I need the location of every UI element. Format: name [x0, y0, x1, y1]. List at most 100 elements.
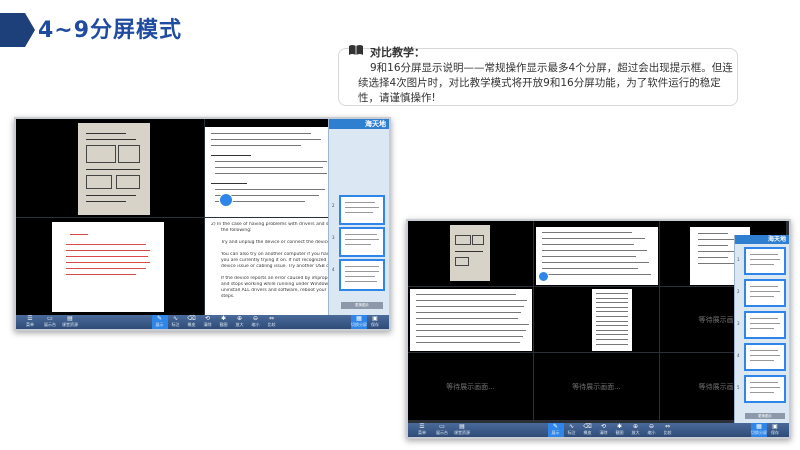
toolbar-label: 缩小: [251, 322, 260, 327]
toolbar-label: 截图: [219, 322, 228, 327]
toolbar-capture-button[interactable]: ✱ 截图: [612, 423, 628, 437]
thumbnail-3[interactable]: [339, 259, 385, 291]
waiting-placeholder: 等待展示画面...: [446, 382, 495, 391]
thumb-number: 1: [737, 257, 740, 262]
thumbnail-1[interactable]: [744, 247, 786, 275]
document-page: [536, 227, 658, 285]
split-cell-4[interactable]: [408, 287, 533, 352]
split-grid: 等待展示画面... 等待展示画面... 等待展示画面... 等待展示画面...: [408, 221, 789, 423]
note-heading: 对比教学：: [370, 46, 425, 59]
thumb-number: 5: [737, 385, 740, 390]
toolbar-label: 展示台: [44, 322, 56, 327]
document-photo: [450, 225, 490, 281]
split-cell-5[interactable]: [534, 287, 659, 352]
drag-handle-icon[interactable]: [219, 193, 233, 207]
split-cell-1[interactable]: [408, 221, 533, 286]
split-cell-3[interactable]: [16, 218, 204, 315]
split-cell-8[interactable]: 等待展示画面...: [534, 353, 659, 420]
toolbar-menu-button[interactable]: ☰ 菜单: [20, 315, 40, 329]
document-photo: [78, 123, 150, 215]
header-bar: [0, 13, 25, 47]
text-page: 2) In the case of having problems with d…: [205, 218, 345, 315]
toolbar-split-button[interactable]: ▦ 切换分屏: [751, 423, 767, 437]
change-image-button[interactable]: 更换图片: [745, 413, 785, 419]
screenshot-4-split: 2) In the case of having problems with d…: [14, 117, 391, 331]
toolbar-resources-button[interactable]: ▤ 课堂资源: [452, 423, 472, 437]
cell-text-line: steps.: [221, 294, 235, 299]
toolbar-label: 菜单: [26, 322, 34, 327]
slide: 4~9分屏模式 对比教学： 9和16分屏显示说明——常规操作显示最多4个分屏，超…: [0, 0, 800, 450]
thumb-number: 4: [332, 267, 335, 272]
split-cell-7[interactable]: 等待展示画面...: [408, 353, 533, 420]
brand-logo: 海天地: [735, 235, 789, 244]
thumbnail-4[interactable]: [744, 343, 786, 371]
toolbar-clear-button[interactable]: ⟲ 清除: [596, 423, 612, 437]
toolbar-label: 切换分屏: [351, 322, 367, 327]
note-page: [52, 222, 164, 312]
toolbar-label: 截图: [615, 430, 624, 435]
toolbar-label: 橡皮: [187, 322, 196, 327]
toolbar-mark-button[interactable]: ∿ 标注: [564, 423, 580, 437]
toolbar-label: 课堂资源: [62, 322, 78, 327]
thumbnail-3[interactable]: [744, 311, 786, 339]
thumbnail-2[interactable]: [744, 279, 786, 307]
toolbar-zoom-out-button[interactable]: ⊖ 缩小: [248, 315, 264, 329]
toolbar-label: 菜单: [418, 430, 426, 435]
toolbar-booth-button[interactable]: ▭ 展示台: [432, 423, 452, 437]
toolbar-booth-button[interactable]: ▭ 展示台: [40, 315, 60, 329]
thumbnail-5[interactable]: [744, 375, 786, 403]
header-arrow: [25, 13, 35, 47]
toolbar-label: 比较: [267, 322, 276, 327]
toolbar-save-button[interactable]: ▣ 保存: [767, 423, 783, 437]
split-cell-1[interactable]: [16, 119, 204, 217]
toolbar-label: 保存: [771, 430, 779, 435]
text-page: [410, 289, 532, 351]
toolbar-save-button[interactable]: ▣ 保存: [367, 315, 383, 329]
note-body: 9和16分屏显示说明——常规操作显示最多4个分屏，超过会出现提示框。但连续选择4…: [358, 62, 733, 104]
thumb-number: 3: [332, 235, 335, 240]
drag-handle-icon[interactable]: [538, 271, 549, 282]
toolbar-label: 课堂资源: [454, 430, 470, 435]
toolbar-split-button[interactable]: ▦ 切换分屏: [351, 315, 367, 329]
toolbar-label: 清除: [599, 430, 608, 435]
toolbar-label: 橡皮: [583, 430, 592, 435]
thumb-number: 4: [737, 353, 740, 358]
toolbar-capture-button[interactable]: ✱ 截图: [216, 315, 232, 329]
toolbar-zoom-in-button[interactable]: ⊕ 放大: [232, 315, 248, 329]
toolbar-zoom-out-button[interactable]: ⊖ 缩小: [644, 423, 660, 437]
toolbar-label: 放大: [235, 322, 244, 327]
toolbar-show-button[interactable]: ✎ 展示: [151, 315, 168, 329]
toolbar-label: 放大: [631, 430, 640, 435]
toolbar-label: 保存: [371, 322, 379, 327]
toolbar-eraser-button[interactable]: ⌫ 橡皮: [184, 315, 200, 329]
toolbar-menu-button[interactable]: ☰ 菜单: [412, 423, 432, 437]
split-cell-2[interactable]: [534, 221, 659, 286]
thumbnail-list: 1 2 3 4 5: [735, 247, 790, 407]
toolbar-clear-button[interactable]: ⟲ 清除: [200, 315, 216, 329]
thumbnail-2[interactable]: [339, 227, 385, 257]
waiting-placeholder: 等待展示画面...: [572, 382, 621, 391]
toolbar-label: 展示台: [436, 430, 448, 435]
thumb-number: 2: [737, 289, 740, 294]
toolbar-label: 清除: [203, 322, 212, 327]
page-title: 4~9分屏模式: [38, 18, 183, 43]
toolbar-zoom-in-button[interactable]: ⊕ 放大: [628, 423, 644, 437]
toolbar-label: 展示: [551, 430, 560, 435]
toolbar-label: 展示: [155, 322, 164, 327]
thumbnail-panel: 海天地 2 3 4 更换图片: [328, 119, 389, 315]
toolbar-resources-button[interactable]: ▤ 课堂资源: [60, 315, 80, 329]
text-page: [592, 289, 632, 351]
toolbar-mark-button[interactable]: ∿ 标注: [168, 315, 184, 329]
screenshot-9-split: 等待展示画面... 等待展示画面... 等待展示画面... 等待展示画面... 海天地…: [406, 219, 791, 439]
toolbar-show-button[interactable]: ✎ 展示: [547, 423, 564, 437]
thumbnail-1[interactable]: [339, 195, 385, 225]
toolbar-compare-button[interactable]: ⇔ 比较: [660, 423, 676, 437]
thumb-number: 3: [737, 321, 740, 326]
toolbar-label: 切换分屏: [751, 430, 767, 435]
thumbnail-panel: 海天地 1 2 3 4 5 更换图片: [734, 235, 789, 423]
change-image-button[interactable]: 更换图片: [341, 302, 383, 309]
toolbar-eraser-button[interactable]: ⌫ 橡皮: [580, 423, 596, 437]
brand-logo: 海天地: [329, 119, 389, 129]
toolbar-label: 比较: [663, 430, 672, 435]
toolbar-compare-button[interactable]: ⇔ 比较: [264, 315, 280, 329]
